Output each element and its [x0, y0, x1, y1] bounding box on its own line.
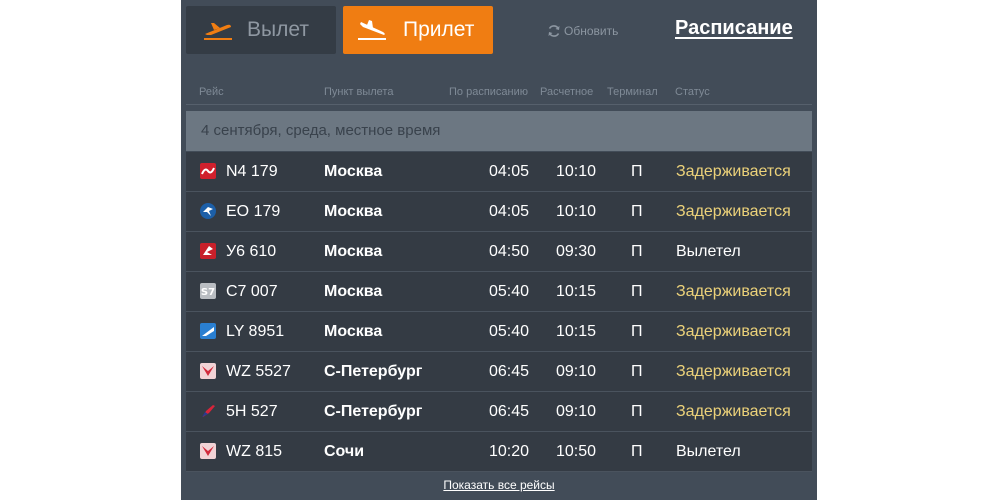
- flight-status: Задерживается: [676, 283, 791, 300]
- scheduled-time: 05:40: [489, 283, 530, 300]
- terminal: П: [631, 403, 643, 420]
- flights-table: N4 179 Москва 04:05 10:10 П Задерживается EO 1…: [186, 152, 812, 472]
- scheduled-time: 04:05: [489, 163, 530, 180]
- scheduled-time: 10:20: [489, 443, 530, 460]
- origin-city: С-Петербург: [324, 403, 423, 420]
- scheduled-time: 06:45: [489, 363, 530, 380]
- origin-city: Москва: [324, 163, 383, 180]
- scheduled-time: 05:40: [489, 323, 530, 340]
- svg-text:S7: S7: [201, 287, 215, 298]
- column-header-origin: Пункт вылета: [324, 86, 394, 98]
- header-divider: [186, 104, 812, 105]
- column-header-estimated: Расчетное: [540, 86, 594, 98]
- flight-number: У6 610: [226, 243, 277, 260]
- flight-status: Вылетел: [676, 243, 741, 260]
- plane-takeoff-icon: [204, 23, 232, 40]
- refresh-button[interactable]: Обновить: [547, 24, 618, 38]
- flight-status: Задерживается: [676, 403, 791, 420]
- estimated-time: 10:10: [556, 203, 597, 220]
- terminal: П: [631, 443, 643, 460]
- origin-city: Москва: [324, 243, 383, 260]
- flight-status: Задерживается: [676, 203, 791, 220]
- plane-landing-icon: [358, 20, 386, 40]
- table-row[interactable]: 5H 527 С-Петербург 06:45 09:10 П Задерживаетс…: [186, 392, 812, 432]
- terminal: П: [631, 363, 643, 380]
- origin-city: Сочи: [324, 443, 365, 460]
- column-header-status: Статус: [675, 86, 710, 98]
- column-header-flight: Рейс: [199, 86, 224, 98]
- flight-number: N4 179: [226, 163, 278, 180]
- scheduled-time: 06:45: [489, 403, 530, 420]
- table-row[interactable]: LY 8951 Москва 05:40 10:15 П Задерживается: [186, 312, 812, 352]
- refresh-icon: [548, 25, 560, 37]
- column-header-scheduled: По расписанию: [449, 86, 529, 98]
- five-stars-logo-icon: [200, 403, 216, 419]
- tab-arrivals-label: Прилет: [403, 18, 475, 41]
- terminal: П: [631, 163, 643, 180]
- estimated-time: 09:30: [556, 243, 597, 260]
- estimated-time: 10:15: [556, 283, 597, 300]
- flight-number: WZ 815: [226, 443, 283, 460]
- origin-city: Москва: [324, 323, 383, 340]
- flight-number: EO 179: [226, 203, 281, 220]
- estimated-time: 09:10: [556, 403, 597, 420]
- table-row[interactable]: WZ 815 Сочи 10:20 10:50 П Вылетел: [186, 432, 812, 472]
- flight-status: Задерживается: [676, 363, 791, 380]
- table-row[interactable]: У6 610 Москва 04:50 09:30 П Вылетел: [186, 232, 812, 272]
- refresh-label: Обновить: [564, 24, 619, 38]
- el-al-logo-icon: [200, 323, 216, 339]
- terminal: П: [631, 283, 643, 300]
- flight-status: Задерживается: [676, 163, 791, 180]
- table-row[interactable]: EO 179 Москва 04:05 10:10 П Задерживается: [186, 192, 812, 232]
- estimated-time: 10:10: [556, 163, 597, 180]
- table-row[interactable]: S7 С7 007 Москва 05:40 10:15 П Задерживается: [186, 272, 812, 312]
- terminal: П: [631, 243, 643, 260]
- estimated-time: 10:50: [556, 443, 597, 460]
- flight-status: Задерживается: [676, 323, 791, 340]
- origin-city: С-Петербург: [324, 363, 423, 380]
- flight-number: LY 8951: [226, 323, 285, 340]
- terminal: П: [631, 203, 643, 220]
- flight-board: Вылет Прилет Обновить Расписание Рейс Пу…: [181, 0, 817, 500]
- origin-city: Москва: [324, 283, 383, 300]
- estimated-time: 10:15: [556, 323, 597, 340]
- date-band: 4 сентября, среда, местное время: [186, 111, 812, 151]
- ural-airlines-logo-icon: [200, 243, 216, 259]
- origin-city: Москва: [324, 203, 383, 220]
- s7-logo-icon: S7: [200, 283, 216, 299]
- flight-status: Вылетел: [676, 443, 741, 460]
- nordwind-logo-icon: [200, 163, 216, 179]
- terminal: П: [631, 323, 643, 340]
- table-row[interactable]: N4 179 Москва 04:05 10:10 П Задерживается: [186, 152, 812, 192]
- pegas-fly-logo-icon: [200, 203, 216, 219]
- scheduled-time: 04:50: [489, 243, 530, 260]
- schedule-link[interactable]: Расписание: [675, 17, 793, 40]
- show-all-flights-link[interactable]: Показать все рейсы: [181, 478, 817, 492]
- flight-number: WZ 5527: [226, 363, 291, 380]
- flight-number: С7 007: [226, 283, 278, 300]
- estimated-time: 09:10: [556, 363, 597, 380]
- red-wings-logo-icon: [200, 363, 216, 379]
- tab-departures-label: Вылет: [247, 18, 309, 41]
- red-wings-logo-icon: [200, 443, 216, 459]
- tab-arrivals[interactable]: Прилет: [343, 6, 493, 54]
- flight-number: 5H 527: [226, 403, 278, 420]
- tab-departures[interactable]: Вылет: [186, 6, 336, 54]
- scheduled-time: 04:05: [489, 203, 530, 220]
- table-row[interactable]: WZ 5527 С-Петербург 06:45 09:10 П Задерживает…: [186, 352, 812, 392]
- column-header-terminal: Терминал: [607, 86, 658, 98]
